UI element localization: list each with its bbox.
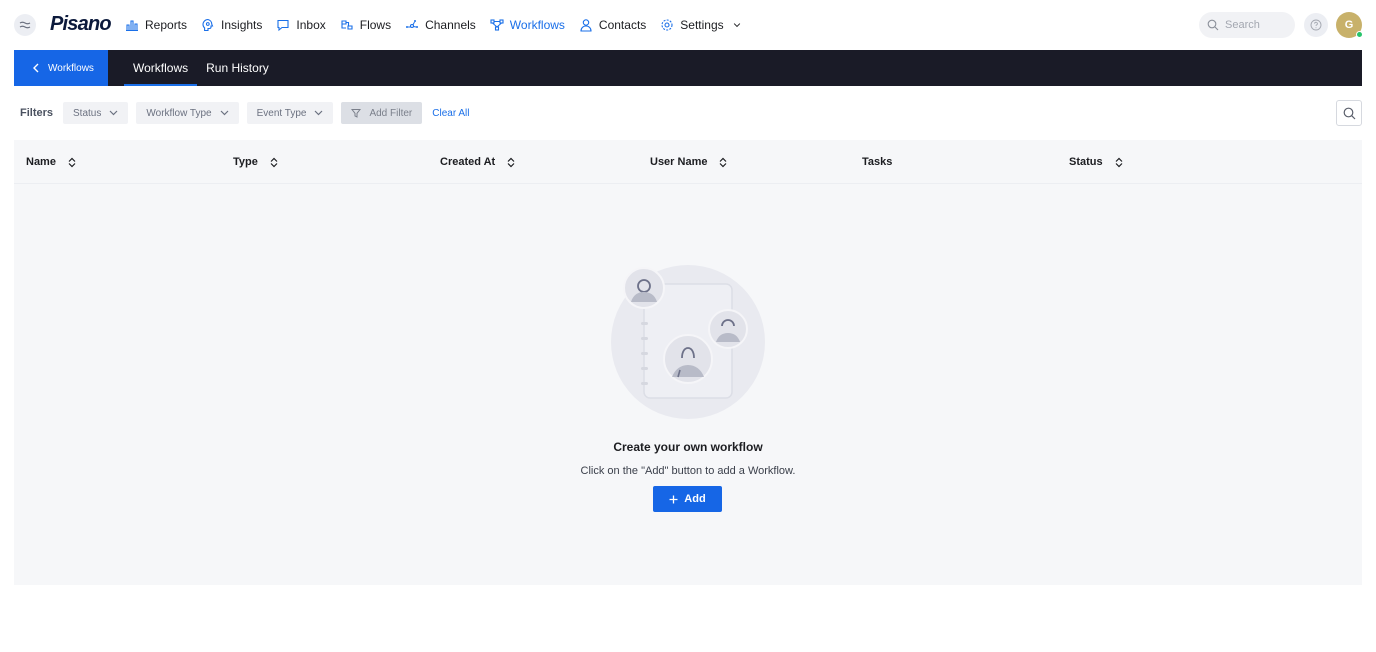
filter-label: Event Type <box>256 107 307 119</box>
tab-workflows[interactable]: Workflows <box>124 50 198 86</box>
chevron-down-icon <box>733 23 740 28</box>
nav-item-insights[interactable]: Insights <box>201 0 262 50</box>
add-filter-button[interactable]: Add Filter <box>341 102 423 124</box>
channels-icon <box>406 20 419 29</box>
nav-item-label: Reports <box>145 18 188 32</box>
column-label: Created At <box>440 156 496 168</box>
table-header: Name Type Created At User Name Tasks Sta… <box>14 140 1362 184</box>
filter-label: Workflow Type <box>146 107 212 119</box>
contact-icon <box>580 19 592 32</box>
column-header-name[interactable]: Name <box>26 140 76 184</box>
chat-icon <box>277 19 289 32</box>
empty-state-illustration <box>611 265 765 419</box>
column-header-created-at[interactable]: Created At <box>440 140 515 184</box>
filter-icon <box>351 109 362 118</box>
nav-item-label: Inbox <box>296 18 326 32</box>
nav-item-label: Insights <box>221 18 263 32</box>
filter-label: Status <box>73 107 102 119</box>
filter-bar: Filters Status Workflow Type Event Type … <box>20 102 470 124</box>
tab-run-history[interactable]: Run History <box>197 50 278 86</box>
column-header-type[interactable]: Type <box>233 140 278 184</box>
bar-chart-icon <box>126 20 138 32</box>
column-header-status[interactable]: Status <box>1069 140 1123 184</box>
sort-icon <box>270 157 278 167</box>
menu-icon <box>19 21 31 29</box>
empty-state-title: Create your own workflow <box>613 440 763 454</box>
main-nav: Reports Insights Inbox Flows Channels Wo… <box>125 0 742 50</box>
chevron-left-icon <box>33 63 39 73</box>
workflows-subheader: Workflows Workflows Run History <box>14 50 1362 86</box>
empty-state-subtitle: Click on the "Add" button to add a Workf… <box>580 465 796 477</box>
table-search-button[interactable] <box>1336 100 1362 126</box>
tab-label: Run History <box>206 61 269 75</box>
column-label: Type <box>233 156 258 168</box>
nav-item-settings[interactable]: Settings <box>660 0 741 50</box>
nav-item-contacts[interactable]: Contacts <box>579 0 646 50</box>
avatar-initial: G <box>1344 19 1354 31</box>
nav-item-flows[interactable]: Flows <box>340 0 391 50</box>
nav-item-label: Flows <box>359 18 392 32</box>
back-button-label: Workflows <box>48 62 94 74</box>
nav-item-workflows[interactable]: Workflows <box>490 0 565 50</box>
add-filter-label: Add Filter <box>369 107 413 119</box>
column-label: Tasks <box>862 156 893 168</box>
back-button[interactable]: Workflows <box>14 50 108 86</box>
online-status-dot <box>1356 31 1363 38</box>
chevron-down-icon <box>315 110 323 116</box>
menu-toggle-button[interactable] <box>14 14 36 36</box>
workflows-table: Name Type Created At User Name Tasks Sta… <box>14 140 1362 585</box>
help-button[interactable] <box>1304 13 1328 37</box>
avatar[interactable]: G <box>1336 12 1363 38</box>
column-label: Status <box>1069 156 1103 168</box>
tab-label: Workflows <box>133 61 189 75</box>
column-header-tasks: Tasks <box>862 140 892 184</box>
sort-icon <box>507 157 515 167</box>
column-label: User Name <box>650 156 708 168</box>
nav-item-inbox[interactable]: Inbox <box>276 0 326 50</box>
clear-all-link[interactable]: Clear All <box>432 108 469 119</box>
sort-icon <box>68 157 76 167</box>
chevron-down-icon <box>109 110 118 116</box>
sort-icon <box>1115 157 1123 167</box>
column-header-user-name[interactable]: User Name <box>650 140 727 184</box>
plus-icon <box>669 495 678 503</box>
column-label: Name <box>26 156 56 168</box>
insights-icon <box>202 18 214 32</box>
add-workflow-button[interactable]: Add <box>653 486 722 512</box>
search-icon <box>1343 107 1355 119</box>
filters-label: Filters <box>20 107 54 119</box>
workflow-type-filter-dropdown[interactable]: Workflow Type <box>136 102 239 124</box>
app-logo[interactable]: Pisano <box>50 13 112 36</box>
nav-item-channels[interactable]: Channels <box>405 0 476 50</box>
nav-item-label: Contacts <box>598 18 647 32</box>
gear-icon <box>661 19 673 31</box>
workflows-icon <box>490 19 504 31</box>
nav-item-label: Channels <box>425 18 476 32</box>
chevron-down-icon <box>220 110 229 116</box>
nav-item-reports[interactable]: Reports <box>125 0 187 50</box>
status-filter-dropdown[interactable]: Status <box>63 102 129 124</box>
top-navigation: Pisano Reports Insights Inbox Flows Chan… <box>0 0 1376 50</box>
flows-icon <box>341 20 353 30</box>
event-type-filter-dropdown[interactable]: Event Type <box>246 102 334 124</box>
add-button-label: Add <box>684 493 706 505</box>
search-input[interactable] <box>1225 19 1285 31</box>
search-icon <box>1207 19 1219 31</box>
nav-item-label: Workflows <box>509 18 565 32</box>
nav-item-label: Settings <box>680 18 724 32</box>
global-search[interactable] <box>1199 12 1295 38</box>
sort-icon <box>720 157 727 167</box>
question-icon <box>1310 19 1322 31</box>
